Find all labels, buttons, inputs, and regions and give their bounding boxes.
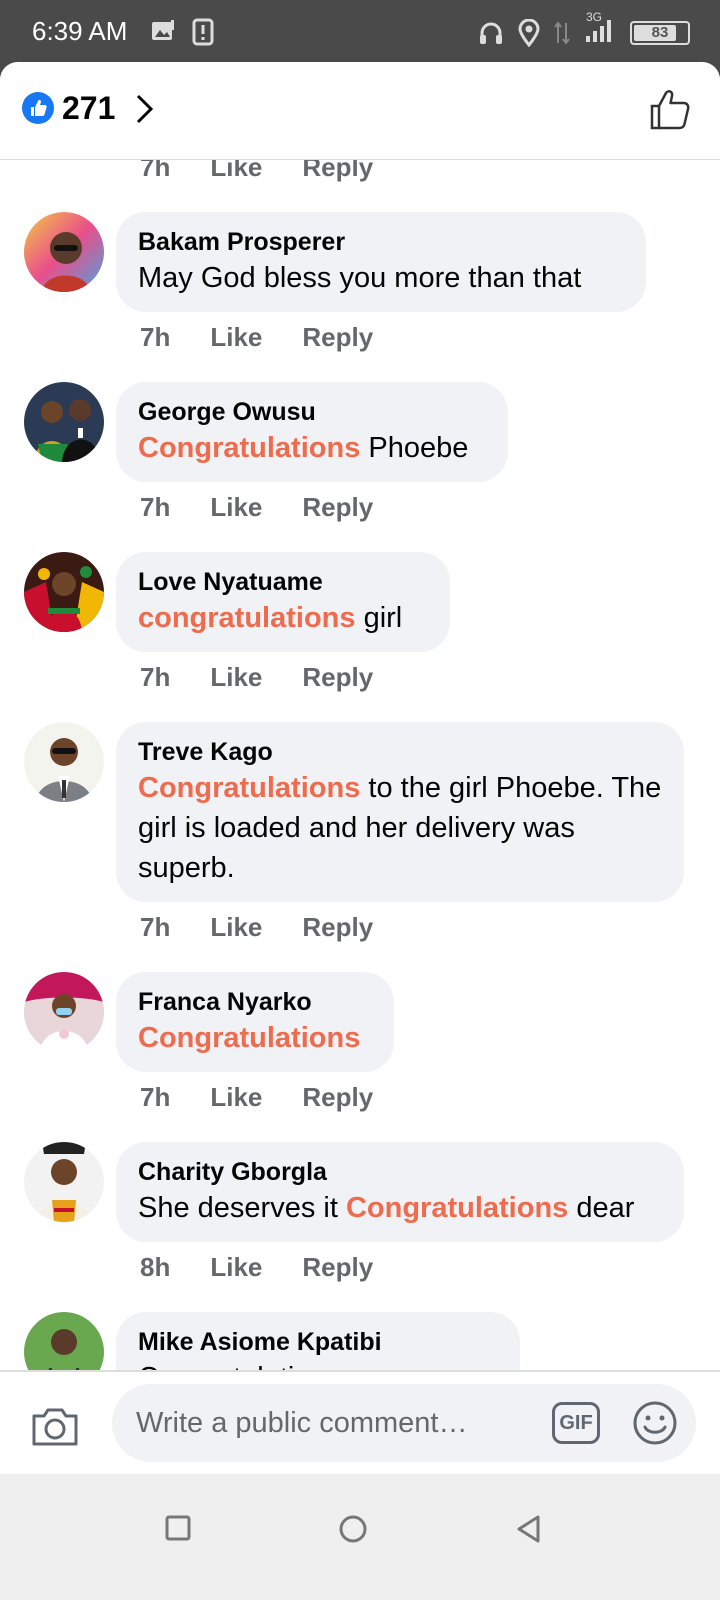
comment-time: 7h <box>140 1082 171 1112</box>
comment-author[interactable]: Treve Kago <box>138 736 662 768</box>
avatar[interactable] <box>24 212 104 292</box>
home-icon[interactable] <box>338 1514 368 1544</box>
like-icon[interactable] <box>22 92 54 124</box>
like-link[interactable]: Like <box>210 492 262 523</box>
system-nav-bar <box>0 1474 720 1600</box>
comment-actions: 7h Like Reply <box>140 160 373 183</box>
comment-bubble[interactable]: Love Nyatuame congratulations girl <box>116 552 450 652</box>
sim-alert-icon <box>192 18 214 46</box>
comment-bubble[interactable]: George Owusu Congratulations Phoebe <box>116 382 508 482</box>
status-left-icons <box>150 18 214 46</box>
comment-text: May God bless you more than that <box>138 258 624 298</box>
like-link[interactable]: Like <box>210 912 262 943</box>
like-link[interactable]: Like <box>210 662 262 693</box>
like-link[interactable]: Like <box>210 322 262 353</box>
comment-bubble[interactable]: Treve Kago Congratulations to the girl P… <box>116 722 684 902</box>
data-transfer-icon <box>554 20 570 45</box>
camera-icon[interactable] <box>30 1404 80 1448</box>
avatar[interactable] <box>24 382 104 462</box>
like-link[interactable]: Like <box>210 1082 262 1113</box>
reply-link[interactable]: Reply <box>302 1082 373 1113</box>
comment-author[interactable]: Franca Nyarko <box>138 986 372 1018</box>
battery-label: 83 <box>651 24 669 41</box>
reply-link[interactable]: Reply <box>302 912 373 943</box>
reply-link[interactable]: Reply <box>302 160 373 183</box>
reaction-count[interactable]: 271 <box>62 90 115 127</box>
comment-time: 7h <box>140 662 171 692</box>
back-icon[interactable] <box>514 1514 544 1544</box>
highlighted-word[interactable]: congratulations <box>138 602 356 634</box>
comment-time: 7h <box>140 160 171 182</box>
highlighted-word[interactable]: Congratulations <box>138 432 360 464</box>
comment-time: 7h <box>140 322 171 352</box>
comment-bubble[interactable]: Franca Nyarko Congratulations <box>116 972 394 1072</box>
like-link[interactable]: Like <box>210 160 262 183</box>
comment-text-plain: May God bless you more than that <box>138 262 582 294</box>
reply-link[interactable]: Reply <box>302 662 373 693</box>
comment-author[interactable]: Bakam Prosperer <box>138 226 624 258</box>
status-bar: 6:39 AM 3G 83 <box>0 0 720 66</box>
battery-indicator: 83 <box>630 20 690 45</box>
comment-text-plain: Phoebe <box>360 432 469 464</box>
comment-bubble[interactable]: Bakam Prosperer May God bless you more t… <box>116 212 646 312</box>
highlighted-word[interactable]: Congratulations <box>138 1022 360 1054</box>
comment-author[interactable]: Love Nyatuame <box>138 566 428 598</box>
comment-text-plain: dear <box>568 1192 635 1224</box>
comment-time: 7h <box>140 912 171 942</box>
network-type: 3G <box>586 10 603 24</box>
sheet-header: 271 <box>0 62 720 160</box>
comments-sheet: 271 7h Like Reply Bakam Prosperer May Go… <box>0 62 720 1502</box>
recent-apps-icon[interactable] <box>164 1514 192 1542</box>
comment-actions: 8h Like Reply <box>140 1252 373 1283</box>
comment-composer: GIF <box>0 1370 720 1474</box>
avatar[interactable] <box>24 1142 104 1222</box>
comment-text-plain: She deserves it <box>138 1192 346 1224</box>
avatar[interactable] <box>24 552 104 632</box>
avatar[interactable] <box>24 972 104 1052</box>
comment-bubble[interactable]: Charity Gborgla She deserves it Congratu… <box>116 1142 684 1242</box>
reply-link[interactable]: Reply <box>302 322 373 353</box>
emoji-icon[interactable] <box>632 1400 678 1446</box>
comment-actions: 7h Like Reply <box>140 1082 373 1113</box>
comment-time: 8h <box>140 1252 171 1282</box>
reply-link[interactable]: Reply <box>302 1252 373 1283</box>
comment-text: She deserves it Congratulations dear <box>138 1188 662 1228</box>
headphones-icon <box>480 22 502 44</box>
avatar[interactable] <box>24 722 104 802</box>
comment-actions: 7h Like Reply <box>140 322 373 353</box>
highlighted-word[interactable]: Congratulations <box>138 772 360 804</box>
chevron-right-icon[interactable] <box>134 92 156 126</box>
comment-text: Congratulations to the girl Phoebe. The … <box>138 768 662 888</box>
comment-input[interactable] <box>112 1384 696 1462</box>
comment-author[interactable]: Charity Gborgla <box>138 1156 662 1188</box>
comment-time: 7h <box>140 492 171 522</box>
comment-text: Congratulations Phoebe <box>138 428 486 468</box>
comment-text: congratulations girl <box>138 598 428 638</box>
comment-author[interactable]: Mike Asiome Kpatibi <box>138 1326 498 1358</box>
comments-list[interactable]: 7h Like Reply Bakam Prosperer May God bl… <box>0 160 720 1432</box>
comment-author[interactable]: George Owusu <box>138 396 486 428</box>
status-right-icons: 3G 83 <box>478 10 690 49</box>
gif-button[interactable]: GIF <box>552 1402 600 1444</box>
location-icon <box>518 18 540 47</box>
reply-link[interactable]: Reply <box>302 492 373 523</box>
status-time: 6:39 AM <box>32 16 128 46</box>
signal-group: 3G <box>584 10 616 49</box>
comment-text-plain: girl <box>355 602 403 634</box>
thumbs-up-icon[interactable] <box>648 88 692 132</box>
image-notification-icon <box>152 20 174 40</box>
like-link[interactable]: Like <box>210 1252 262 1283</box>
comment-text: Congratulations <box>138 1018 372 1058</box>
comment-actions: 7h Like Reply <box>140 492 373 523</box>
comment-actions: 7h Like Reply <box>140 662 373 693</box>
comment-actions: 7h Like Reply <box>140 912 373 943</box>
highlighted-word[interactable]: Congratulations <box>346 1192 568 1224</box>
